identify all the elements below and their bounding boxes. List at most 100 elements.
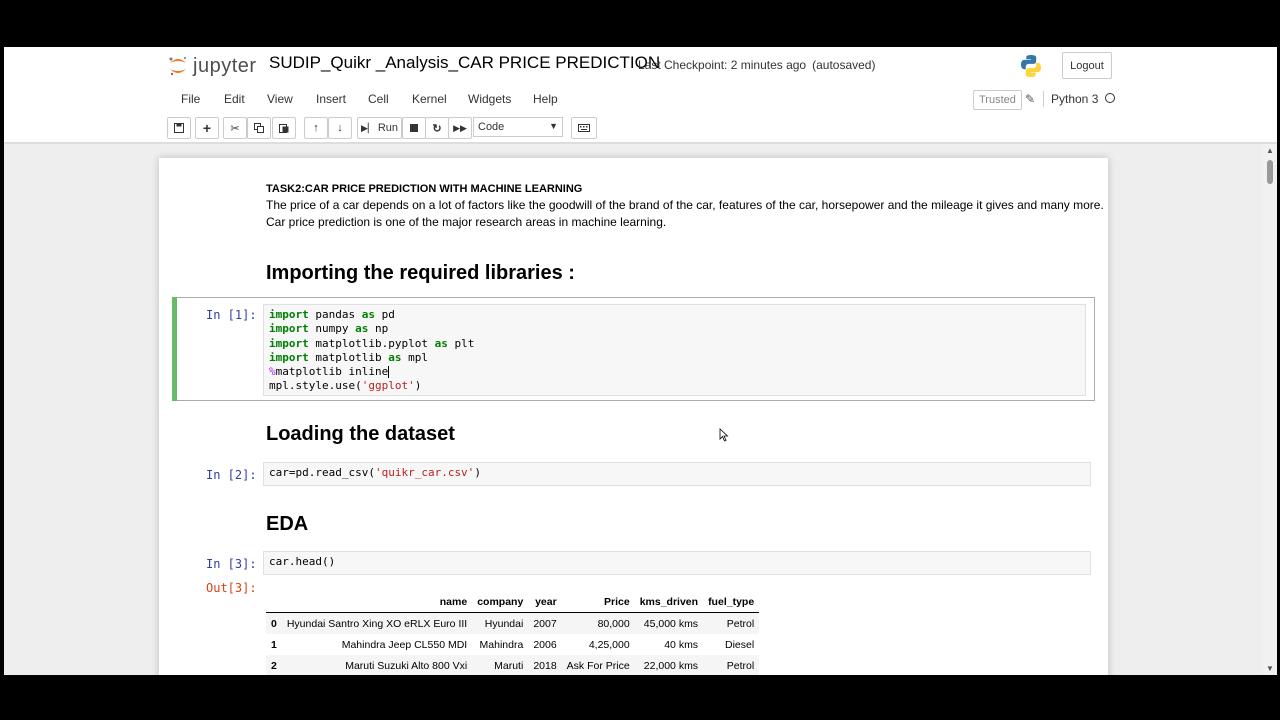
table-cell: 45,000 kms bbox=[634, 612, 704, 634]
table-cell: Mahindra bbox=[479, 638, 524, 651]
arrow-up-icon: ↑ bbox=[313, 122, 319, 134]
menu-kernel[interactable]: Kernel bbox=[412, 92, 447, 106]
input-prompt-2: In [2]: bbox=[206, 468, 257, 482]
table-cell: Diesel bbox=[724, 638, 755, 651]
menu-insert[interactable]: Insert bbox=[316, 92, 346, 106]
output-prompt-3: Out[3]: bbox=[206, 581, 257, 595]
code-token: plt bbox=[447, 336, 475, 350]
edit-pencil-icon[interactable]: ✎ bbox=[1025, 92, 1035, 106]
stop-icon bbox=[410, 124, 418, 132]
task-heading: TASK2:CAR PRICE PREDICTION WITH MACHINE … bbox=[266, 183, 583, 195]
paste-button[interactable] bbox=[272, 117, 296, 139]
jupyter-logo[interactable]: jupyter bbox=[167, 53, 257, 79]
insert-cell-button[interactable]: + bbox=[195, 117, 219, 139]
restart-kernel-button[interactable]: ↻ bbox=[425, 117, 449, 139]
column-header: kms_driven bbox=[634, 592, 704, 613]
table-cell: 2006 bbox=[533, 638, 557, 651]
table-cell: Maruti bbox=[472, 655, 529, 675]
column-header: year bbox=[528, 592, 562, 613]
input-prompt-1: In [1]: bbox=[206, 308, 257, 322]
code-token: car.head() bbox=[269, 555, 336, 568]
page-scrollbar[interactable]: ▲ ▼ bbox=[1263, 144, 1277, 675]
paste-icon bbox=[279, 124, 289, 133]
restart-icon: ↻ bbox=[432, 122, 442, 135]
intro-line-1: The price of a car depends on a lot of f… bbox=[266, 198, 1104, 212]
table-cell: 2007 bbox=[528, 612, 562, 634]
column-header bbox=[266, 592, 282, 613]
autosave-status: (autosaved) bbox=[812, 58, 876, 72]
trusted-badge[interactable]: Trusted bbox=[973, 90, 1022, 110]
code-token: import bbox=[269, 350, 309, 364]
plus-icon: + bbox=[202, 120, 212, 136]
section-heading-loading: Loading the dataset bbox=[266, 423, 455, 445]
table-cell: Hyundai bbox=[472, 612, 529, 634]
cell-type-select[interactable]: Code ▼ bbox=[473, 117, 563, 137]
code-token: mpl bbox=[401, 350, 428, 364]
row-index: 0 bbox=[266, 612, 282, 634]
code-token: ) bbox=[474, 466, 481, 479]
dataframe-output: name company year Price kms_driven fuel_… bbox=[266, 592, 760, 675]
menubar: File Edit View Insert Cell Kernel Widget… bbox=[167, 87, 1115, 113]
checkpoint-status: Last Checkpoint: 2 minutes ago (autosaved… bbox=[638, 58, 875, 72]
table-cell: 40 kms bbox=[664, 638, 699, 651]
scroll-up-icon[interactable]: ▲ bbox=[1266, 146, 1274, 155]
code-token: car=pd.read_csv( bbox=[269, 466, 375, 479]
table-cell: Maruti Suzuki Alto 800 Vxi bbox=[281, 655, 473, 675]
interrupt-kernel-button[interactable] bbox=[402, 117, 426, 139]
table-row: 0 Hyundai Santro Xing XO eRLX Euro III H… bbox=[266, 612, 760, 634]
checkpoint-text: Last Checkpoint: 2 minutes ago bbox=[638, 58, 807, 72]
menu-cell[interactable]: Cell bbox=[368, 92, 389, 106]
copy-icon bbox=[254, 123, 264, 133]
code-token: ) bbox=[414, 379, 422, 393]
notebook-title[interactable]: SUDIP_Quikr _Analysis_CAR PRICE PREDICTI… bbox=[269, 53, 660, 73]
code-token: numpy bbox=[308, 322, 356, 336]
code-token: np bbox=[368, 322, 389, 336]
menu-view[interactable]: View bbox=[267, 92, 293, 106]
restart-run-all-button[interactable]: ▶▶ bbox=[448, 117, 472, 139]
save-icon bbox=[174, 123, 184, 133]
menu-help[interactable]: Help bbox=[533, 92, 558, 106]
code-token: import bbox=[269, 308, 309, 321]
code-cell-2-editor[interactable]: car=pd.read_csv('quikr_car.csv') bbox=[263, 462, 1091, 486]
table-cell: Petrol bbox=[703, 612, 760, 634]
cut-button[interactable]: ✂ bbox=[223, 117, 247, 139]
menubar-divider bbox=[1043, 91, 1044, 107]
scrollbar-thumb[interactable] bbox=[1267, 160, 1273, 184]
table-cell: Petrol bbox=[703, 655, 760, 675]
code-token: matplotlib inline bbox=[275, 365, 389, 379]
code-token: matplotlib bbox=[308, 350, 389, 364]
scroll-down-icon[interactable]: ▼ bbox=[1266, 664, 1274, 673]
code-token: as bbox=[361, 308, 375, 321]
copy-button[interactable] bbox=[247, 117, 271, 139]
menu-widgets[interactable]: Widgets bbox=[468, 92, 511, 106]
save-button[interactable] bbox=[167, 117, 191, 139]
arrow-down-icon: ↓ bbox=[337, 122, 343, 134]
code-cell-3-editor[interactable]: car.head() bbox=[263, 551, 1091, 575]
section-heading-eda: EDA bbox=[266, 513, 309, 535]
command-palette-button[interactable] bbox=[571, 117, 597, 139]
menu-file[interactable]: File bbox=[181, 92, 200, 106]
code-token: % bbox=[269, 365, 276, 379]
logout-button[interactable]: Logout bbox=[1062, 52, 1112, 79]
table-header-row: name company year Price kms_driven fuel_… bbox=[266, 592, 760, 613]
code-token: 'quikr_car.csv' bbox=[374, 466, 475, 479]
move-up-button[interactable]: ↑ bbox=[304, 117, 328, 139]
notebook-page: TASK2:CAR PRICE PREDICTION WITH MACHINE … bbox=[159, 158, 1108, 675]
input-prompt-3: In [3]: bbox=[206, 557, 257, 571]
text-cursor bbox=[388, 366, 390, 379]
selected-cell-indicator bbox=[172, 297, 177, 401]
code-token: import bbox=[269, 322, 309, 336]
keyboard-icon bbox=[578, 124, 590, 132]
table-cell: 2018 bbox=[528, 655, 562, 675]
code-cell-1-editor[interactable]: import pandas as pd import numpy as np i… bbox=[263, 304, 1086, 396]
move-down-button[interactable]: ↓ bbox=[328, 117, 352, 139]
column-header: fuel_type bbox=[703, 592, 760, 613]
scissors-icon: ✂ bbox=[230, 122, 240, 135]
python-logo-icon bbox=[1021, 55, 1041, 77]
table-cell: 80,000 bbox=[561, 612, 635, 634]
menu-edit[interactable]: Edit bbox=[224, 92, 245, 106]
run-button[interactable]: ▶▏ Run bbox=[357, 117, 402, 139]
code-token: import bbox=[269, 336, 309, 350]
kernel-name[interactable]: Python 3 bbox=[1051, 92, 1098, 106]
table-cell: 4,25,000 bbox=[588, 638, 630, 651]
